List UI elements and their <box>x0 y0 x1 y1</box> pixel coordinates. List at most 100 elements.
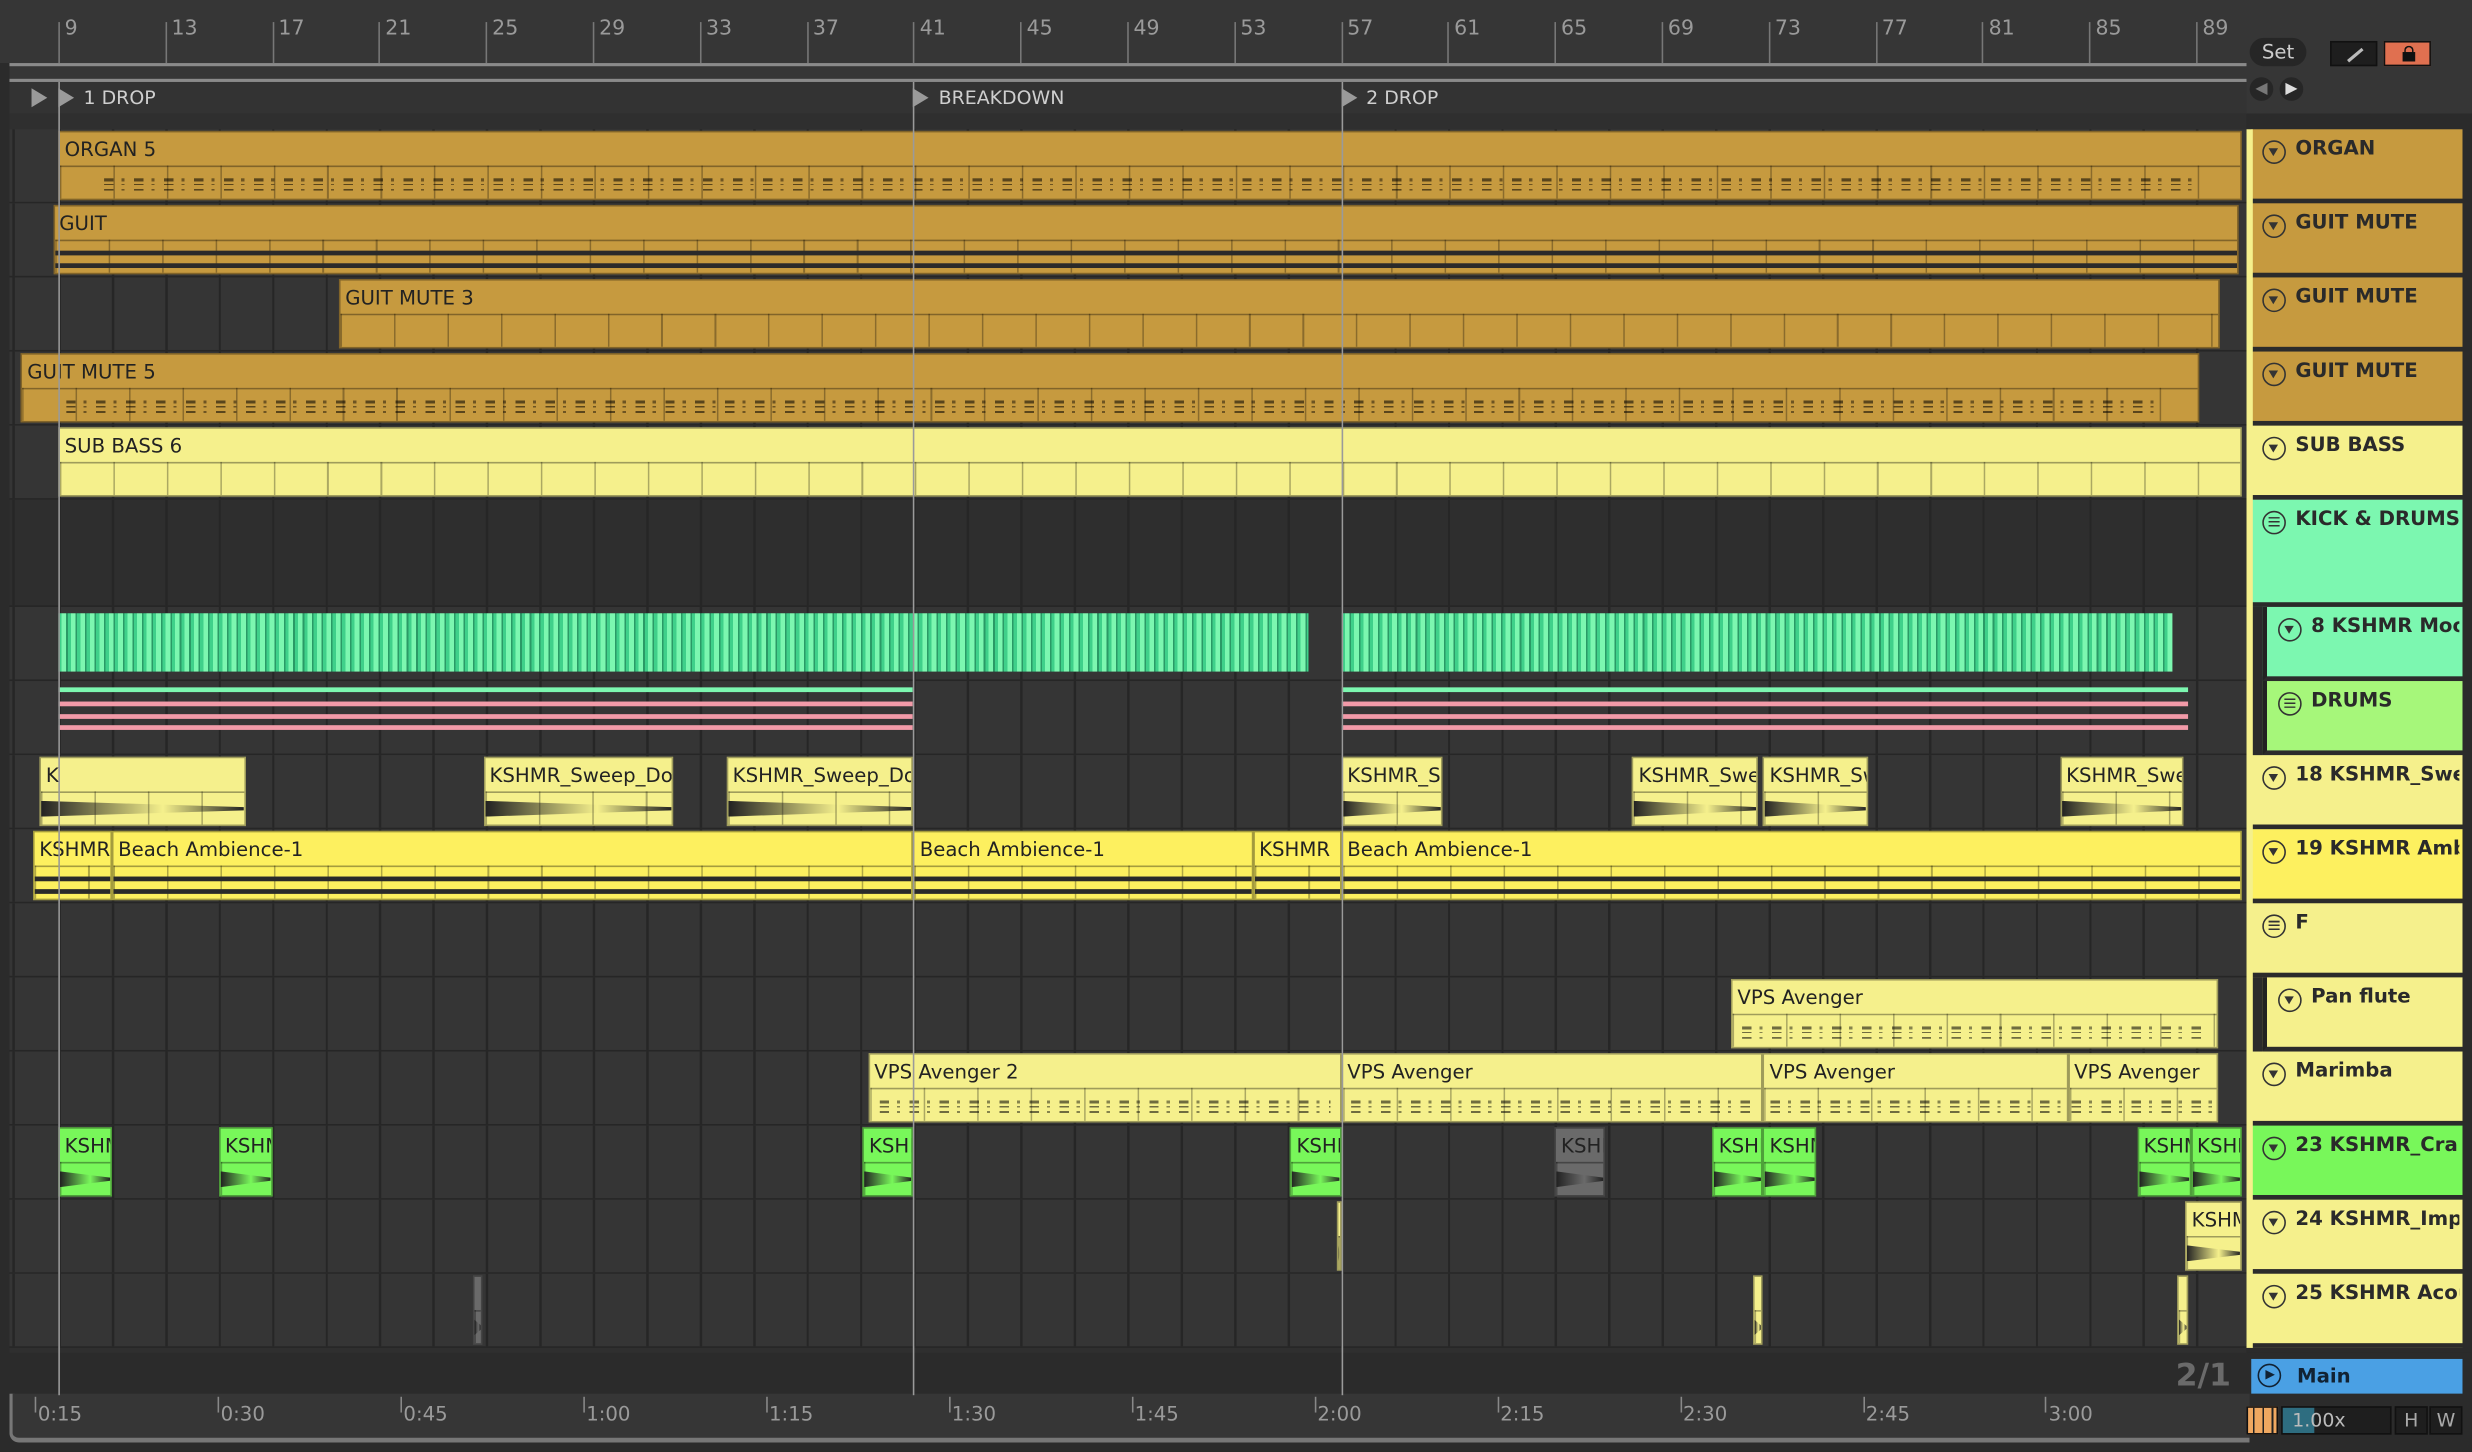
fold-triangle-icon[interactable] <box>2262 1210 2286 1235</box>
clip[interactable]: VPS Avenger <box>1763 1053 2068 1123</box>
track-header[interactable]: 24 KSHMR_Imp <box>2251 1199 2463 1274</box>
track-header[interactable]: Pan flute <box>2262 977 2463 1052</box>
set-button[interactable]: Set <box>2249 37 2307 67</box>
clip[interactable]: ORGAN 5 <box>58 130 2242 201</box>
clip[interactable]: Beach Ambience-1 <box>111 830 914 901</box>
clip[interactable] <box>2177 1275 2189 1345</box>
fold-triangle-icon[interactable] <box>2262 288 2286 313</box>
track-lane[interactable]: KSHM <box>9 1199 2247 1274</box>
track-header[interactable]: 19 KSHMR Ambi <box>2251 829 2463 904</box>
group-fold-icon[interactable] <box>2262 510 2286 535</box>
clip[interactable]: VPS Avenger <box>1340 1053 1764 1123</box>
clip[interactable]: KSHMR_Sweep_Do <box>726 756 914 827</box>
track-lanes[interactable]: ORGAN 5 GUIT GUIT MUTE 3 GUIT MUTE 5 SUB BAS… <box>9 113 2247 1353</box>
lock-icon[interactable] <box>2383 40 2431 67</box>
track-header[interactable]: GUIT MUTE <box>2251 277 2463 352</box>
clip[interactable] <box>1752 1275 1764 1345</box>
time-ruler[interactable]: 0:15 0:30 0:45 1:00 1:15 1:30 1:45 2:00 2:15 2:30… <box>9 1393 2250 1443</box>
grid-size-label[interactable]: 2/1 <box>2176 1356 2231 1394</box>
fold-triangle-icon[interactable] <box>2262 1284 2286 1309</box>
track-lane[interactable]: KSHMKSHMKSHMKSHMKSHMKSHMKSHMKSHMKSHM <box>9 1125 2247 1200</box>
track-header[interactable]: 8 KSHMR Moo <box>2262 606 2463 682</box>
clip[interactable]: KSHM <box>58 1127 112 1197</box>
locator[interactable]: 1 DROP <box>58 82 156 114</box>
fold-triangle-icon[interactable] <box>2262 140 2286 164</box>
clip[interactable]: KSHM <box>1763 1127 1817 1197</box>
fold-triangle-icon[interactable] <box>2262 766 2286 790</box>
fold-triangle-icon[interactable] <box>2262 1136 2286 1161</box>
clip[interactable]: KSHMR <box>32 830 112 901</box>
beat-ruler[interactable]: 9 13 17 21 25 29 33 37 41 45 49 53 57 61 65 69 73 77 81 85 8… <box>0 0 2247 64</box>
track-lane[interactable]: SUB BASS 6 <box>9 425 2247 500</box>
track-header[interactable]: 23 KSHMR_Cra <box>2251 1125 2463 1200</box>
track-lane[interactable]: GUIT MUTE 5 <box>9 351 2247 426</box>
clip[interactable]: KSHM <box>2190 1127 2242 1197</box>
track-lane[interactable] <box>9 1273 2247 1348</box>
clip[interactable]: K <box>39 756 246 827</box>
track-header[interactable]: SUB BASS <box>2251 425 2463 500</box>
track-lane[interactable]: ORGAN 5 <box>9 129 2247 204</box>
clip[interactable]: VPS Avenger <box>1731 979 2218 1049</box>
track-lane[interactable]: GUIT MUTE 3 <box>9 277 2247 352</box>
clip[interactable]: GUIT MUTE 5 <box>20 353 2199 423</box>
clip[interactable] <box>1340 683 2189 752</box>
clip[interactable]: KSHMR_Sweep_Do <box>483 756 673 827</box>
track-lane[interactable]: GUIT <box>9 203 2247 278</box>
follow-icon[interactable] <box>2330 40 2378 67</box>
clip[interactable]: GUIT <box>52 204 2239 275</box>
group-fold-icon[interactable] <box>2278 692 2302 716</box>
clip[interactable]: GUIT MUTE 3 <box>338 279 2221 349</box>
clip[interactable] <box>472 1275 484 1345</box>
clip[interactable] <box>58 683 914 752</box>
fold-triangle-icon[interactable] <box>2278 988 2302 1013</box>
group-fold-icon[interactable] <box>2262 914 2286 939</box>
track-lane[interactable] <box>9 681 2247 756</box>
track-header[interactable]: Marimba <box>2251 1051 2463 1126</box>
locator[interactable]: 2 DROP <box>1340 82 1438 114</box>
fold-triangle-icon[interactable] <box>2278 617 2302 642</box>
track-header[interactable]: DRUMS <box>2262 681 2463 756</box>
track-header[interactable]: F <box>2251 903 2463 978</box>
clip[interactable]: KSHMR_Sw <box>1340 756 1443 827</box>
track-lane[interactable]: KSHMR Beach Ambience-1 Beach Ambience-1 KSH… <box>9 829 2247 904</box>
track-lane[interactable] <box>9 606 2247 682</box>
clip[interactable]: KSHM <box>1290 1127 1341 1197</box>
track-header[interactable]: GUIT MUTE <box>2251 203 2463 278</box>
fold-triangle-icon[interactable] <box>2262 436 2286 461</box>
track-header[interactable]: KICK & DRUMS <box>2251 499 2463 607</box>
clip[interactable]: KSHM <box>1712 1127 1764 1197</box>
clip[interactable]: VPS Avenger 2 <box>867 1053 1341 1123</box>
clip[interactable]: KSHM <box>2185 1201 2242 1271</box>
clip[interactable]: VPS Avenger <box>2067 1053 2218 1123</box>
track-lane[interactable] <box>9 499 2247 607</box>
clip[interactable]: KSHM <box>862 1127 914 1197</box>
h-button[interactable]: H <box>2394 1406 2428 1435</box>
clip[interactable]: KSHM <box>218 1127 273 1197</box>
audio-warp-icon[interactable] <box>2246 1406 2279 1435</box>
arrow-right-icon[interactable]: ▶ <box>2279 77 2304 101</box>
track-header[interactable]: ORGAN <box>2251 129 2463 204</box>
main-track-header[interactable]: Main <box>2251 1358 2463 1394</box>
clip[interactable]: KSHMR_Sw <box>1763 756 1868 827</box>
track-header[interactable]: 25 KSHMR Acou <box>2251 1273 2463 1348</box>
fold-triangle-icon[interactable] <box>2262 1062 2286 1087</box>
track-lane[interactable]: VPS Avenger 2 VPS Avenger VPS Avenger VPS A… <box>9 1051 2247 1126</box>
clip[interactable]: KSHM <box>1554 1127 1606 1197</box>
clip[interactable] <box>58 613 1309 672</box>
clip[interactable]: SUB BASS 6 <box>58 427 2242 497</box>
clip[interactable]: KSHM <box>2137 1127 2191 1197</box>
locator[interactable]: BREAKDOWN <box>913 82 1064 114</box>
clip[interactable]: KSHMR_Swe <box>2059 756 2183 827</box>
fold-triangle-icon[interactable] <box>2262 840 2286 864</box>
track-lane[interactable]: VPS Avenger <box>9 977 2247 1052</box>
clip[interactable]: Beach Ambience-1 <box>913 830 1253 901</box>
fold-triangle-icon[interactable] <box>2262 362 2286 387</box>
scrub-area[interactable] <box>9 63 2247 82</box>
track-lane[interactable]: KKSHMR_Sweep_DoKSHMR_Sweep_DoKSHMR_SwKSH… <box>9 755 2247 830</box>
clip[interactable] <box>1340 613 2172 672</box>
tempo-scale-field[interactable]: 1.00x <box>2281 1406 2392 1435</box>
clip[interactable]: KSHMR_Swe <box>1632 756 1758 827</box>
track-header[interactable]: GUIT MUTE <box>2251 351 2463 426</box>
track-header[interactable]: 18 KSHMR_Swe <box>2251 755 2463 830</box>
w-button[interactable]: W <box>2429 1406 2463 1435</box>
